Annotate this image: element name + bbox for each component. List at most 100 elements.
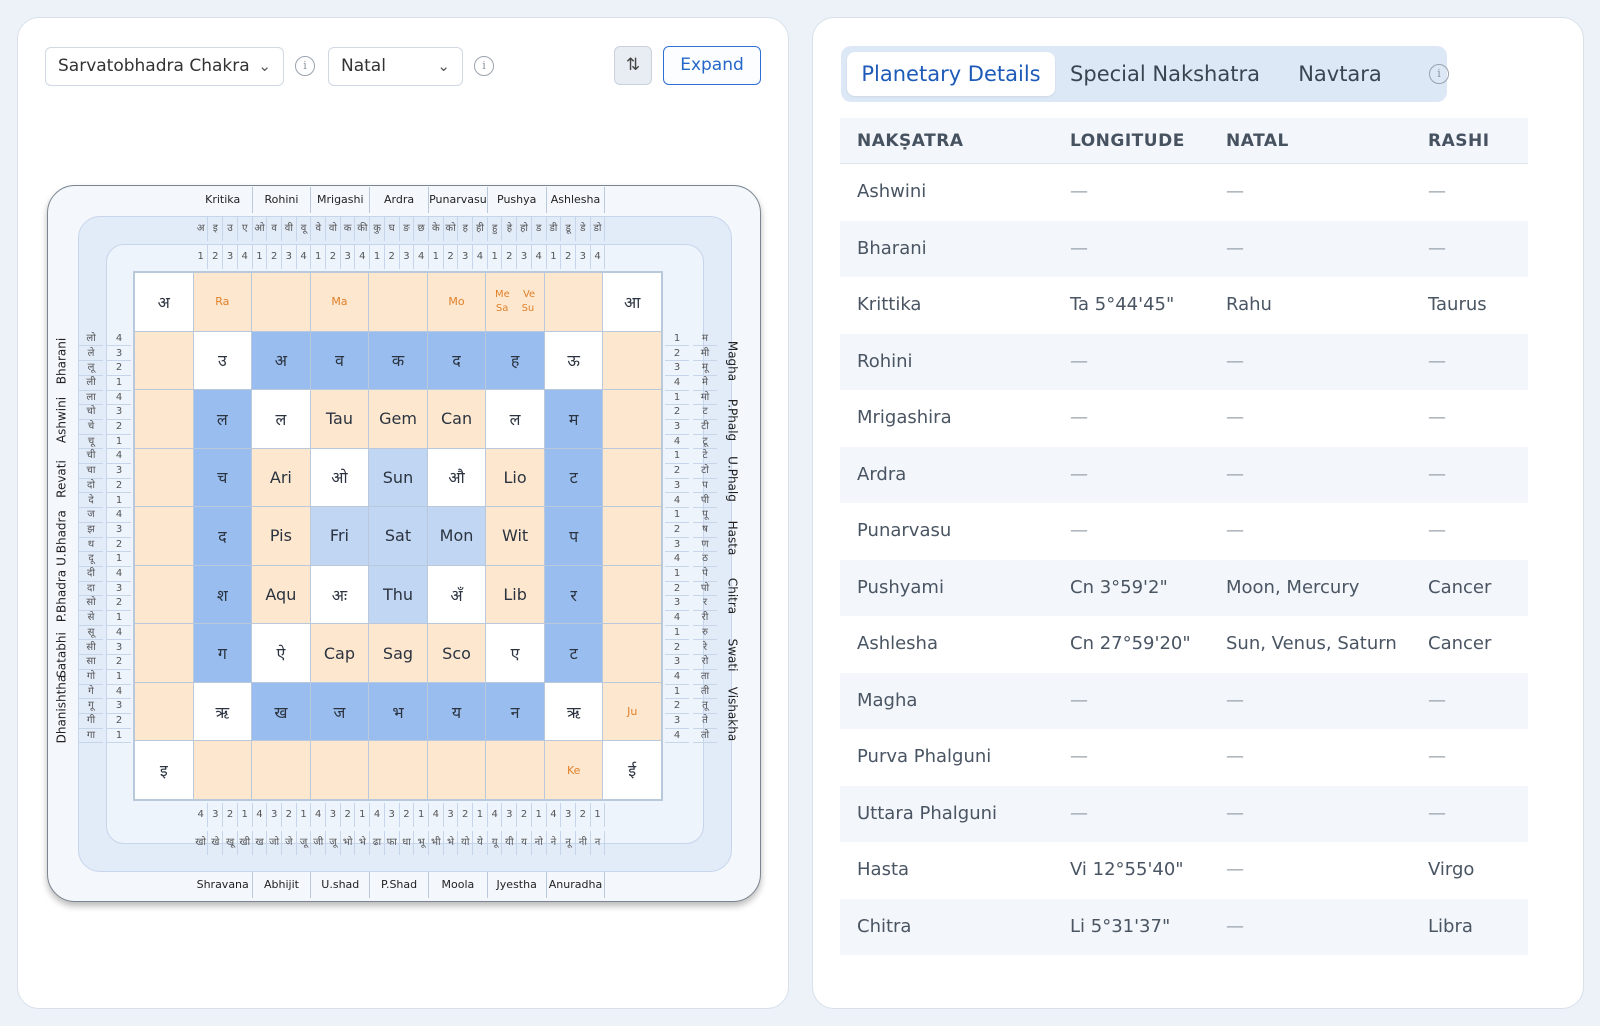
chakra-cell-text: Aqu <box>265 585 297 605</box>
table-row[interactable]: Krittika Ta 5°44'45" Rahu Taurus <box>840 277 1528 333</box>
pada-label: 3 <box>107 523 131 538</box>
letter-label: प <box>693 479 717 494</box>
letter-label: डो <box>591 217 606 241</box>
table-cell: — <box>1428 237 1446 259</box>
table-cell: Taurus <box>1428 294 1487 315</box>
sliders-icon: ⇅ <box>625 55 641 75</box>
info-icon[interactable]: i <box>295 56 315 76</box>
pada-label: 4 <box>311 803 327 827</box>
pada-label: 1 <box>107 435 131 450</box>
pada-label: 3 <box>400 245 415 269</box>
chakra-cell: ल <box>193 390 252 448</box>
chakra-cell: ग <box>193 624 252 682</box>
chakra-cell: Sun <box>369 448 427 507</box>
pada-label: 4 <box>107 508 131 523</box>
pada-label: 1 <box>414 803 429 827</box>
letter-label: व <box>267 217 282 241</box>
table-cell: Ashlesha <box>857 633 938 654</box>
chakra-cell: Ari <box>252 448 310 507</box>
tab-planetary-details[interactable]: Planetary Details <box>847 52 1055 96</box>
nakshatra-label: P.Phalg <box>725 398 740 442</box>
pada-label: 1 <box>297 803 312 827</box>
letter-label: दू <box>79 552 103 567</box>
chakra-cell-text: ए <box>510 644 520 664</box>
letter-label: वू <box>297 217 312 241</box>
tab-special-nakshatra[interactable]: Special Nakshatra <box>1063 52 1267 96</box>
chakra-cell-text: Thu <box>382 585 414 605</box>
table-row[interactable]: Hasta Vi 12°55'40" — Virgo <box>840 842 1528 898</box>
chart-type-select[interactable]: Sarvatobhadra Chakra ⌄ <box>45 47 284 86</box>
chakra-cell <box>193 741 252 799</box>
table-row[interactable]: Uttara Phalguni — — — <box>840 785 1528 842</box>
table-row[interactable]: Rohini — — — <box>840 333 1528 390</box>
pada-label: 3 <box>665 596 689 612</box>
letter-label: उ <box>223 217 238 241</box>
pada-label: 4 <box>665 494 689 509</box>
letter-label: ही <box>473 217 488 241</box>
nakshatra-label: U.shad <box>311 872 371 898</box>
pada-label: 2 <box>665 405 689 420</box>
table-row[interactable]: Ashwini — — — <box>840 164 1528 220</box>
table-cell: Mrigashira <box>857 407 952 428</box>
letter-label: ओ <box>253 217 268 241</box>
chakra-cell: र <box>544 565 603 624</box>
chakra-cell: भ <box>369 682 427 741</box>
table-row[interactable]: Ardra — — — <box>840 446 1528 503</box>
letter-label: मे <box>693 376 717 391</box>
letter-label: छ <box>414 217 429 241</box>
table-cell: — <box>1226 407 1244 428</box>
pada-label: 2 <box>517 803 532 827</box>
letter-label: लू <box>79 361 103 376</box>
table-row[interactable]: Pushyami Cn 3°59'2" Moon, Mercury Cancer <box>840 559 1528 616</box>
table-row[interactable]: Ashlesha Cn 27°59'20" Sun, Venus, Saturn Ca… <box>840 616 1528 672</box>
chakra-cell <box>252 273 310 331</box>
pada-label: 3 <box>107 464 131 479</box>
nakshatra-label: Bharani <box>54 337 69 385</box>
pada-label: 1 <box>665 508 689 523</box>
chart-mode-select[interactable]: Natal ⌄ <box>328 47 463 86</box>
chakra-cell-text: ट <box>569 468 578 488</box>
info-icon[interactable]: i <box>474 56 494 76</box>
letter-label: झ <box>79 523 103 538</box>
letter-label: खो <box>194 831 209 855</box>
chevron-down-icon: ⌄ <box>437 57 450 75</box>
pada-label: 2 <box>282 803 297 827</box>
chakra-cell: Fri <box>310 507 369 565</box>
table-cell: — <box>1428 181 1446 202</box>
pada-label: 4 <box>297 245 312 269</box>
chakra-cell: आ <box>603 273 661 331</box>
expand-button[interactable]: Expand <box>663 46 761 85</box>
table-row[interactable]: Magha — — — <box>840 672 1528 729</box>
chakra-cell-text: ह <box>510 351 520 371</box>
pada-label: 2 <box>107 714 131 729</box>
nakshatra-label: Swati <box>725 638 740 672</box>
pada-label: 3 <box>458 245 474 269</box>
settings-sliders-button[interactable]: ⇅ <box>614 46 652 85</box>
table-row[interactable]: Chitra Li 5°31'37" — Libra <box>840 898 1528 955</box>
table-cell: — <box>1226 350 1244 372</box>
info-icon[interactable]: i <box>1429 64 1449 84</box>
pada-label: 4 <box>547 803 562 827</box>
table-row[interactable]: Purva Phalguni — — — <box>840 729 1528 785</box>
chakra-cell: ख <box>252 682 310 741</box>
chakra-cell <box>603 448 661 507</box>
nakshatra-label: Anuradha <box>547 872 606 898</box>
tab-navtara[interactable]: Navtara <box>1277 52 1403 96</box>
planet-marker: Me Ve Sa Su <box>495 288 536 314</box>
letter-label: टी <box>693 420 717 435</box>
table-cell: Li 5°31'37" <box>1070 915 1171 937</box>
table-cell: — <box>1428 463 1446 485</box>
table-cell: — <box>1070 181 1088 202</box>
letter-label: ङ <box>400 217 415 241</box>
pada-label: 4 <box>107 567 131 582</box>
letter-label: अ <box>194 217 209 241</box>
table-row[interactable]: Bharani — — — <box>840 220 1528 277</box>
chakra-cell: Mon <box>427 507 486 565</box>
chakra-cell-text: न <box>510 702 520 722</box>
table-row[interactable]: Punarvasu — — — <box>840 503 1528 559</box>
pada-label: 4 <box>107 332 131 347</box>
letter-label: ठ <box>693 552 717 567</box>
table-row[interactable]: Mrigashira — — — <box>840 390 1528 446</box>
letter-label: पो <box>693 582 717 597</box>
details-tabs: Planetary Details Special Nakshatra Navt… <box>841 46 1449 102</box>
